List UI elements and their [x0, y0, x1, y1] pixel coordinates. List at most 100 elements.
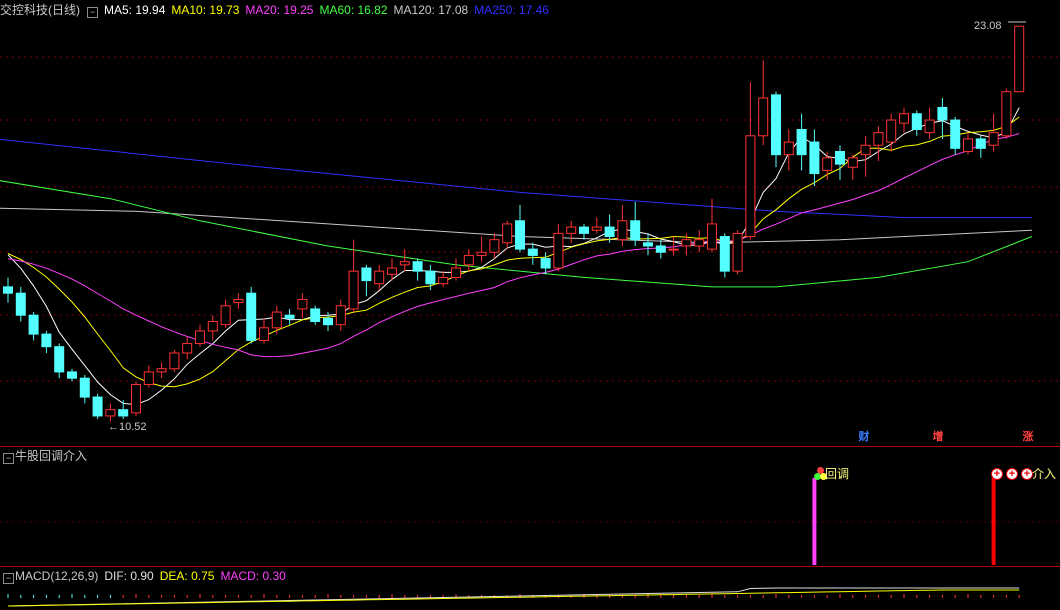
candle-body: [195, 330, 205, 345]
candle-body: [655, 245, 666, 253]
candle-body: [28, 314, 39, 335]
candle-body: [54, 346, 65, 373]
kline-chart[interactable]: [0, 0, 1060, 610]
candle-body: [873, 132, 884, 146]
collapse-icon[interactable]: −: [87, 7, 98, 18]
low-price-label: ←10.52: [108, 421, 147, 433]
candle-body: [591, 226, 602, 231]
increase-badge[interactable]: 增: [931, 430, 945, 444]
candle-body: [399, 261, 410, 266]
candle-body: [297, 298, 308, 310]
candle-body: [681, 239, 692, 247]
candle-body: [758, 97, 769, 137]
candle-body: [207, 321, 218, 332]
candle-body: [41, 333, 52, 348]
ma5-label: MA5: 19.94: [104, 3, 166, 17]
candle-body: [169, 352, 180, 370]
candle-body: [323, 317, 333, 326]
indicator-header: − 牛股回调介入: [0, 447, 93, 465]
candle-body: [988, 132, 999, 146]
finance-badge[interactable]: 财: [857, 430, 871, 444]
pullback-label: 回调: [825, 467, 850, 481]
candle-body: [630, 220, 641, 241]
candle-body: [143, 371, 154, 385]
candle-body: [515, 220, 525, 250]
ma250-line: [0, 138, 1032, 219]
ma10-label: MA10: 19.73: [171, 3, 240, 17]
candle-body: [79, 377, 90, 398]
ma20-label: MA20: 19.25: [245, 3, 314, 17]
candle-body: [566, 226, 577, 234]
candle-body: [1001, 91, 1012, 137]
candle-body: [668, 248, 679, 251]
stock-title[interactable]: 交控科技(日线): [0, 3, 80, 17]
candle-body: [489, 239, 500, 253]
main-chart-header: 交控科技(日线) − MA5: 19.94 MA10: 19.73 MA20: 19.2…: [0, 1, 555, 19]
ma250-label: MA250: 17.46: [474, 3, 549, 17]
candle-body: [643, 242, 653, 247]
entry-signal-icon: +: [1006, 468, 1018, 480]
candle-body: [15, 292, 26, 316]
macd-title[interactable]: MACD(12,26,9): [15, 569, 98, 583]
candle-body: [3, 286, 13, 294]
entry-signal-bar: [991, 478, 996, 565]
candle-body: [719, 236, 730, 272]
macd-value: MACD: 0.30: [220, 569, 286, 583]
candle-body: [361, 267, 372, 282]
candle-body: [259, 327, 269, 341]
entry-signal-icon: +: [991, 468, 1003, 480]
candle-body: [105, 409, 116, 417]
candle-body: [937, 106, 948, 121]
rise-badge[interactable]: 涨: [1021, 430, 1035, 444]
collapse-icon[interactable]: −: [3, 453, 14, 464]
candle-body: [924, 119, 935, 134]
candle-body: [975, 138, 986, 149]
candle-body: [783, 141, 794, 156]
candle-body: [694, 239, 705, 247]
collapse-icon[interactable]: −: [3, 573, 14, 584]
candle-body: [745, 135, 756, 238]
candle-body: [579, 226, 589, 234]
candle-body: [617, 220, 628, 241]
candle-body: [92, 396, 103, 417]
candle-body: [1014, 25, 1025, 93]
candle-body: [963, 138, 973, 153]
candle-body: [156, 368, 167, 373]
candle-body: [796, 128, 807, 156]
macd-header: − MACD(12,26,9) DIF: 0.90 DEA: 0.75 MACD: 0.…: [0, 567, 292, 585]
entry-label: 介入: [1032, 467, 1057, 481]
candle-body: [809, 141, 820, 175]
ma20-line: [7, 133, 1020, 358]
candle-body: [233, 298, 244, 304]
high-price-value: 23.08: [974, 20, 1002, 32]
high-price-label: 23.08: [974, 20, 1002, 32]
candle-body: [835, 151, 845, 165]
ma60-label: MA60: 16.82: [319, 3, 388, 17]
candle-body: [310, 308, 321, 323]
ma10-line: [7, 116, 1020, 388]
candle-body: [374, 270, 385, 285]
candle-body: [911, 113, 922, 130]
ma120-label: MA120: 17.08: [393, 3, 469, 17]
candle-body: [822, 157, 833, 171]
candle-body: [732, 232, 743, 272]
candle-body: [476, 251, 487, 256]
candle-body: [527, 248, 538, 256]
candle-body: [540, 258, 551, 269]
candle-body: [182, 343, 193, 354]
candle-body: [553, 232, 564, 269]
candle-body: [131, 383, 141, 414]
candle-body: [886, 119, 897, 143]
candle-body: [67, 371, 77, 379]
candle-body: [451, 267, 461, 278]
candle-body: [899, 113, 909, 124]
candle-body: [412, 261, 423, 272]
pullback-signal-bar: [812, 478, 817, 565]
candle-body: [348, 270, 359, 310]
candle-body: [502, 223, 513, 244]
candle-body: [335, 305, 346, 326]
candle-body: [463, 254, 474, 266]
indicator-title[interactable]: 牛股回调介入: [15, 449, 87, 463]
macd-dea: DEA: 0.75: [159, 569, 215, 583]
candle-body: [387, 267, 397, 275]
